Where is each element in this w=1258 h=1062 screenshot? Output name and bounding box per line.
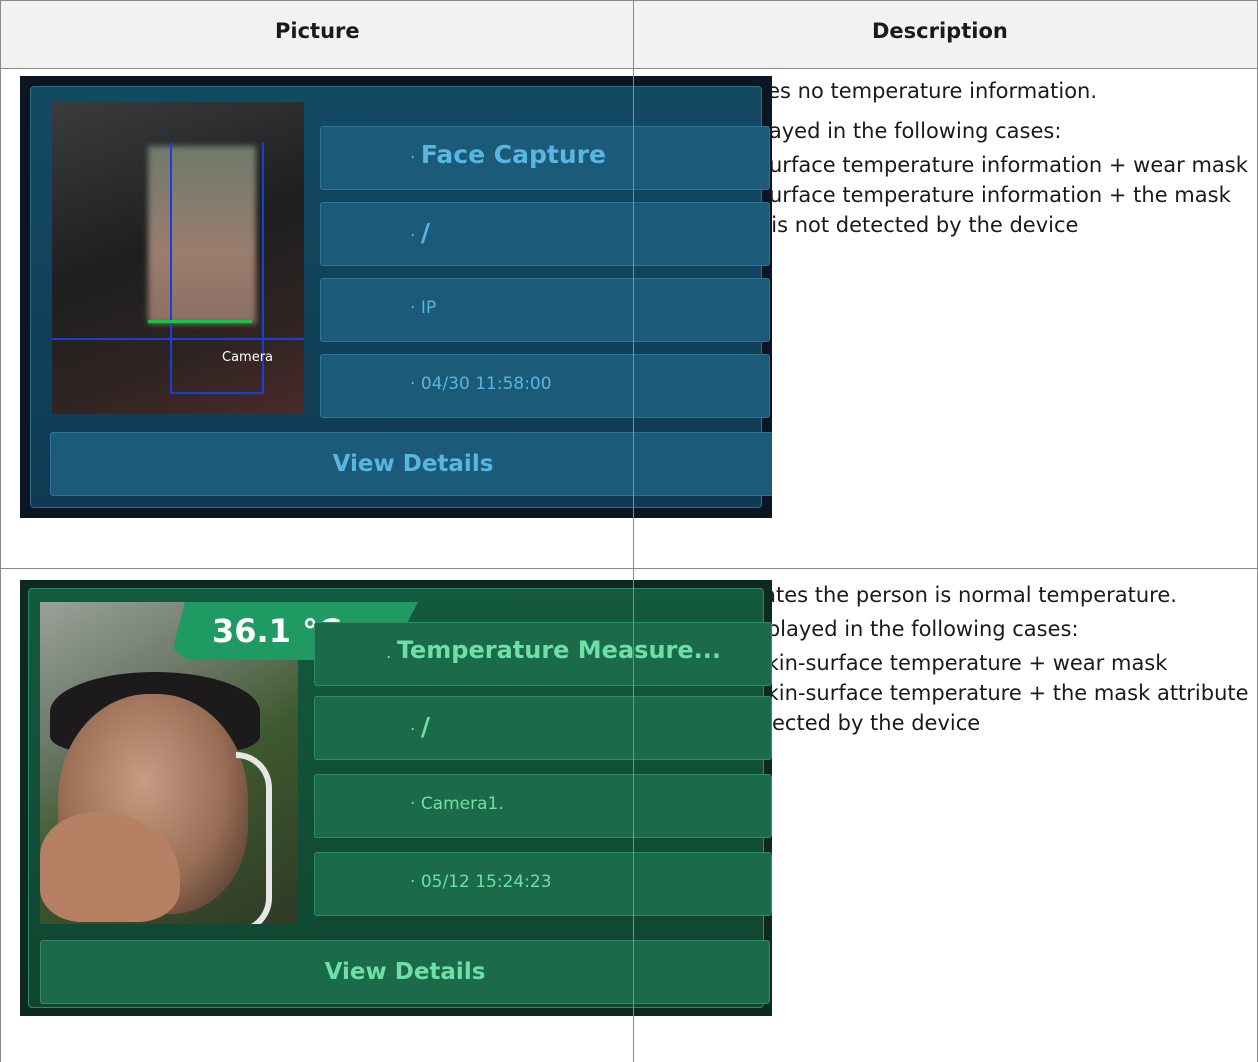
person-name-label: /: [420, 218, 430, 247]
person-name-label: /: [420, 712, 430, 741]
capture-time-label: 05/12 15:24:23: [420, 872, 552, 892]
info-time-text: · 05/12 15:24:23: [410, 872, 552, 892]
view-details-button[interactable]: View Details: [50, 432, 772, 496]
table-border-row: [0, 568, 1258, 569]
mask-strap: [236, 752, 272, 924]
detection-line: [52, 338, 304, 340]
info-row-name: [314, 696, 772, 760]
table-header: Picture Description: [0, 0, 1258, 68]
info-row-name: [320, 202, 770, 266]
photo-camera-tag: Camera: [222, 350, 274, 365]
capture-type-label: Temperature Measure...: [396, 636, 721, 664]
source-label: Camera1.: [420, 794, 504, 814]
table-column-divider: [633, 0, 634, 1062]
header-picture: Picture: [275, 19, 360, 43]
source-label: IP: [420, 298, 437, 318]
capture-time-label: 04/30 11:58:00: [420, 374, 552, 394]
info-row-source: [320, 278, 770, 342]
green-temperature-card: 36.1 °C . Temperature Measure... · / · C…: [20, 580, 772, 1016]
info-source-text: · Camera1.: [410, 794, 504, 814]
view-details-button[interactable]: View Details: [40, 940, 770, 1004]
info-source-text: · IP: [410, 298, 437, 318]
info-name-text: · /: [410, 712, 430, 741]
table-border-top: [0, 0, 1258, 1]
info-name-text: · /: [410, 218, 430, 247]
blue-capture-card: Camera · Face Capture · / · IP · 04/30 1…: [20, 76, 772, 518]
info-row-source: [314, 774, 772, 838]
mask-line: [148, 320, 252, 323]
info-type-text: · Face Capture: [410, 140, 606, 169]
header-description: Description: [872, 19, 1008, 43]
info-time-text: · 04/30 11:58:00: [410, 374, 552, 394]
captured-face-photo: Camera: [52, 102, 304, 414]
table-border-header: [0, 68, 1258, 69]
table-border-left: [0, 0, 1, 1062]
info-type-text: . Temperature Measure...: [386, 636, 721, 664]
capture-type-label: Face Capture: [420, 140, 606, 169]
